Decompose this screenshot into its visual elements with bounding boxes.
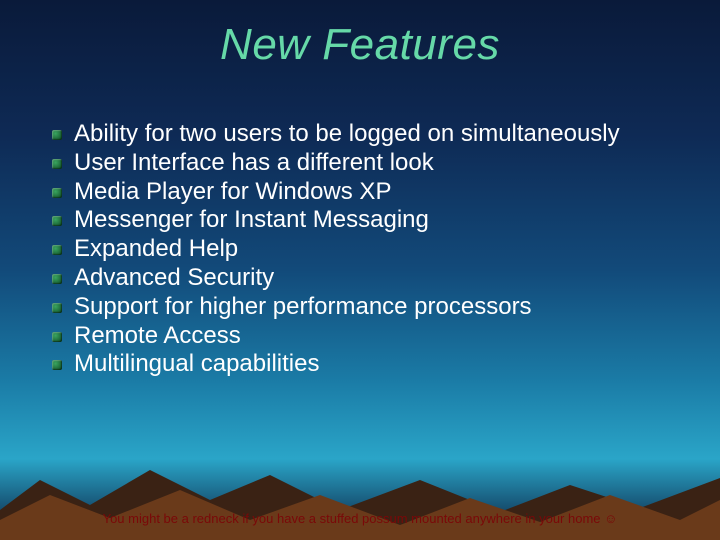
slide-title: New Features xyxy=(0,20,720,70)
footer-joke: You might be a redneck if you have a stu… xyxy=(103,511,605,526)
bullet-icon xyxy=(52,303,62,313)
list-item: Expanded Help xyxy=(50,235,680,264)
footer-text: You might be a redneck if you have a stu… xyxy=(0,511,720,526)
list-item: Messenger for Instant Messaging xyxy=(50,206,680,235)
list-item: Advanced Security xyxy=(50,264,680,293)
bullet-icon xyxy=(52,159,62,169)
slide-body: Ability for two users to be logged on si… xyxy=(50,120,680,379)
list-item-label: Advanced Security xyxy=(74,264,274,291)
bullet-icon xyxy=(52,360,62,370)
list-item-label: Expanded Help xyxy=(74,235,238,262)
list-item: User Interface has a different look xyxy=(50,149,680,178)
bullet-icon xyxy=(52,332,62,342)
list-item-label: Multilingual capabilities xyxy=(74,350,319,377)
list-item-label: Media Player for Windows XP xyxy=(74,178,391,205)
list-item: Media Player for Windows XP xyxy=(50,178,680,207)
bullet-icon xyxy=(52,188,62,198)
list-item: Ability for two users to be logged on si… xyxy=(50,120,680,149)
bullet-icon xyxy=(52,274,62,284)
feature-list: Ability for two users to be logged on si… xyxy=(50,120,680,379)
list-item: Support for higher performance processor… xyxy=(50,293,680,322)
list-item-label: Remote Access xyxy=(74,322,241,349)
list-item-label: Ability for two users to be logged on si… xyxy=(74,120,620,147)
bullet-icon xyxy=(52,216,62,226)
slide: New Features Ability for two users to be… xyxy=(0,0,720,540)
list-item-label: Support for higher performance processor… xyxy=(74,293,532,320)
list-item-label: Messenger for Instant Messaging xyxy=(74,206,429,233)
smile-icon: ☺ xyxy=(604,511,617,526)
bullet-icon xyxy=(52,245,62,255)
list-item-label: User Interface has a different look xyxy=(74,149,434,176)
list-item: Remote Access xyxy=(50,322,680,351)
list-item: Multilingual capabilities xyxy=(50,350,680,379)
bullet-icon xyxy=(52,130,62,140)
